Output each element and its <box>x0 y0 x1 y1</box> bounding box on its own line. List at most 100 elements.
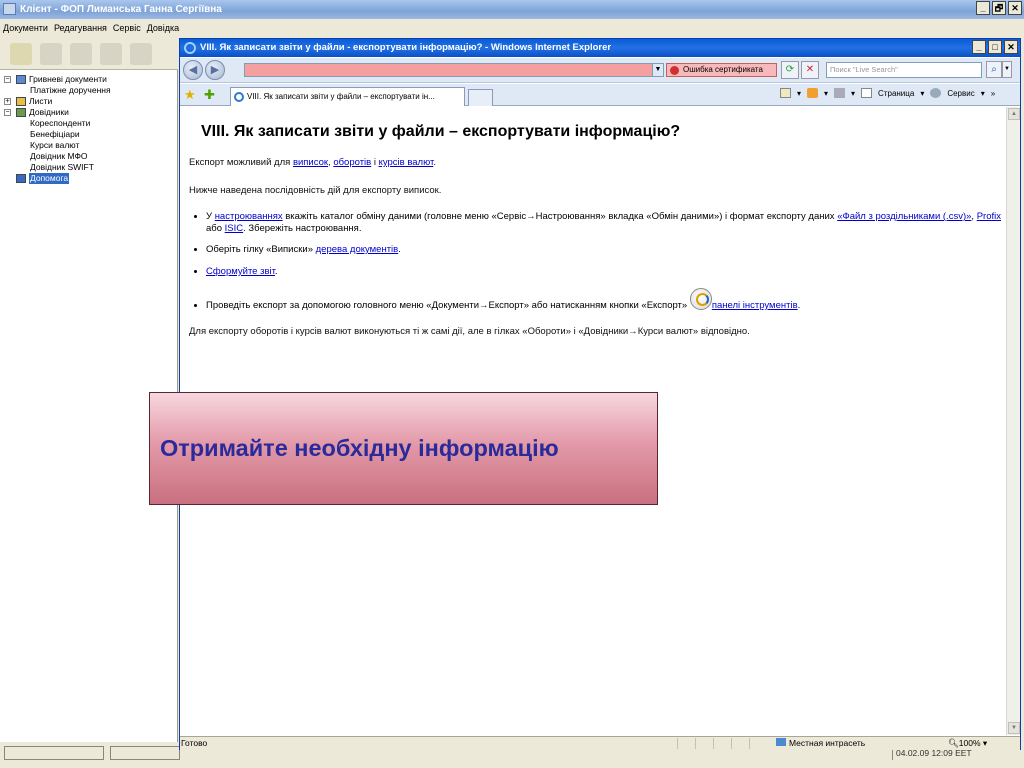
save-icon[interactable] <box>40 43 62 65</box>
text-segment: вкажіть каталог обміну даними (головне м… <box>282 211 838 222</box>
link-statements[interactable]: виписок <box>293 157 328 168</box>
browser-close-button[interactable]: ✕ <box>1004 40 1018 54</box>
collapse-icon[interactable]: − <box>4 109 11 116</box>
text-segment: Проведіть експорт за допомогою головного… <box>206 300 690 311</box>
link-turnovers[interactable]: оборотів <box>333 157 371 168</box>
collapse-icon[interactable]: − <box>4 76 11 83</box>
favorites-star-icon[interactable]: ★ <box>184 87 196 103</box>
certificate-error-button[interactable]: Ошибка сертификата <box>666 63 777 77</box>
help-icon <box>16 174 26 183</box>
back-button[interactable]: ◀ <box>183 60 203 80</box>
app-title: Клієнт - ФОП Лиманська Ганна Сергіївна <box>20 4 222 15</box>
tree-item[interactable]: Допомога <box>0 173 177 184</box>
stop-button[interactable]: ✕ <box>801 61 819 79</box>
link-toolbar[interactable]: панелі інструментів <box>712 300 798 311</box>
scroll-down-icon[interactable]: ▼ <box>1008 722 1020 734</box>
tree-item[interactable]: Довідник МФО <box>0 151 177 162</box>
page-icon <box>861 88 873 98</box>
menu-help[interactable]: Довідка <box>147 23 179 33</box>
restore-button[interactable]: 🗗 <box>992 1 1006 15</box>
address-field[interactable] <box>244 63 662 77</box>
tree-item-label: Допомога <box>29 173 70 184</box>
feeds-icon[interactable] <box>807 88 819 98</box>
tree-item[interactable]: − Довідники <box>0 107 177 118</box>
link-isic[interactable]: ISIC <box>225 223 243 234</box>
page-menu[interactable]: Страница <box>878 89 914 98</box>
tools-menu[interactable]: Сервис <box>947 89 974 98</box>
intranet-icon <box>776 738 786 746</box>
zoom-control[interactable]: 🔍︎100% ▾ <box>948 737 987 750</box>
zoom-label: 100% <box>958 738 981 748</box>
menu-bar: Документи Редагування Сервіс Довідка <box>0 20 1024 36</box>
tree-item[interactable]: Бенефіціари <box>0 129 177 140</box>
link-settings[interactable]: настроюваннях <box>215 211 283 222</box>
expand-icon[interactable]: + <box>4 98 11 105</box>
tree-item-label: Листи <box>29 96 53 106</box>
tree-item[interactable]: Довідник SWIFT <box>0 162 177 173</box>
address-dropdown-button[interactable]: ▼ <box>652 63 664 77</box>
list-item: Сформуйте звіт. <box>206 266 1006 278</box>
tree-item-label: Гривневі документи <box>29 74 107 84</box>
browser-minimize-button[interactable]: _ <box>972 40 986 54</box>
tree-item-label: Довідник МФО <box>30 151 88 161</box>
steps-list: У настроюваннях вкажіть каталог обміну д… <box>198 211 1006 312</box>
more-chevron-icon[interactable]: » <box>991 89 995 98</box>
print-icon[interactable] <box>834 88 846 98</box>
new-tab-button[interactable] <box>468 89 493 106</box>
tree-item[interactable]: Кореспонденти <box>0 118 177 129</box>
books-icon <box>16 108 26 117</box>
tree-item-label: Курси валют <box>30 140 80 150</box>
text-segment: . Збережіть настроювання. <box>243 223 362 234</box>
browser-title: VIII. Як записати звіти у файли - експор… <box>200 42 612 53</box>
list-item: Оберіть гілку «Виписки» дерева документі… <box>206 244 1006 256</box>
address-bar-row: ◀ ▶ ▼ Ошибка сертификата ⟳ ✕ Поиск "Live… <box>180 58 1020 83</box>
vertical-scrollbar[interactable]: ▲ ▼ <box>1006 107 1020 735</box>
link-generate-report[interactable]: Сформуйте звіт <box>206 266 275 277</box>
link-profix[interactable]: Profix <box>977 211 1001 222</box>
delete-icon[interactable] <box>100 43 122 65</box>
tree-item-label: Довідник SWIFT <box>30 162 94 172</box>
document-icon <box>16 75 26 84</box>
forward-button[interactable]: ▶ <box>205 60 225 80</box>
paragraph-export-scope: Експорт можливий для виписок, оборотів і… <box>189 157 1006 169</box>
status-panel-2 <box>110 746 180 760</box>
ie-logo-icon <box>184 42 196 54</box>
print-icon[interactable] <box>130 43 152 65</box>
tree-item[interactable]: − Гривневі документи <box>0 74 177 85</box>
search-icon[interactable]: ⌕ <box>986 61 1002 78</box>
browser-maximize-button[interactable]: □ <box>988 40 1002 54</box>
search-dropdown-button[interactable]: ▼ <box>1002 61 1012 78</box>
tree-item[interactable]: + Листи <box>0 96 177 107</box>
status-zone: Местная интрасеть <box>776 737 865 750</box>
status-cells <box>660 738 750 749</box>
menu-documents[interactable]: Документи <box>3 23 48 33</box>
caption-overlay: Отримайте необхідну інформацію <box>149 392 658 505</box>
paragraph-sequence: Нижче наведена послідовність дій для екс… <box>189 185 442 196</box>
tree-item-label: Кореспонденти <box>30 118 91 128</box>
certificate-error-label: Ошибка сертификата <box>683 65 763 74</box>
page-heading: VIII. Як записати звіти у файли – експор… <box>201 123 681 140</box>
link-csv-file[interactable]: «Файл з роздільниками (.csv)» <box>837 211 971 222</box>
home-icon[interactable] <box>780 88 791 98</box>
close-button[interactable]: ✕ <box>1008 1 1022 15</box>
link-exchange-rates[interactable]: курсів валют <box>379 157 434 168</box>
link-document-tree[interactable]: дерева документів <box>316 244 399 255</box>
zoom-icon: 🔍︎ <box>948 738 959 748</box>
app-title-bar: Клієнт - ФОП Лиманська Ганна Сергіївна _… <box>0 0 1024 19</box>
browser-tab[interactable]: VIII. Як записати звіти у файли – експор… <box>230 87 465 106</box>
minimize-button[interactable]: _ <box>976 1 990 15</box>
new-document-icon[interactable] <box>10 43 32 65</box>
text-segment: . <box>797 300 801 311</box>
tree-item[interactable]: Платіжне доручення <box>0 85 177 96</box>
search-input[interactable]: Поиск "Live Search" <box>826 62 982 78</box>
menu-edit[interactable]: Редагування <box>54 23 107 33</box>
ie-page-icon <box>234 92 244 102</box>
tree-item-label: Довідники <box>29 107 69 117</box>
scroll-up-icon[interactable]: ▲ <box>1008 108 1020 120</box>
refresh-icon[interactable] <box>70 43 92 65</box>
menu-service[interactable]: Сервіс <box>113 23 141 33</box>
add-favorite-icon[interactable]: ✚ <box>204 87 215 103</box>
refresh-button[interactable]: ⟳ <box>781 61 799 79</box>
tree-item[interactable]: Курси валют <box>0 140 177 151</box>
shield-icon <box>670 66 679 75</box>
